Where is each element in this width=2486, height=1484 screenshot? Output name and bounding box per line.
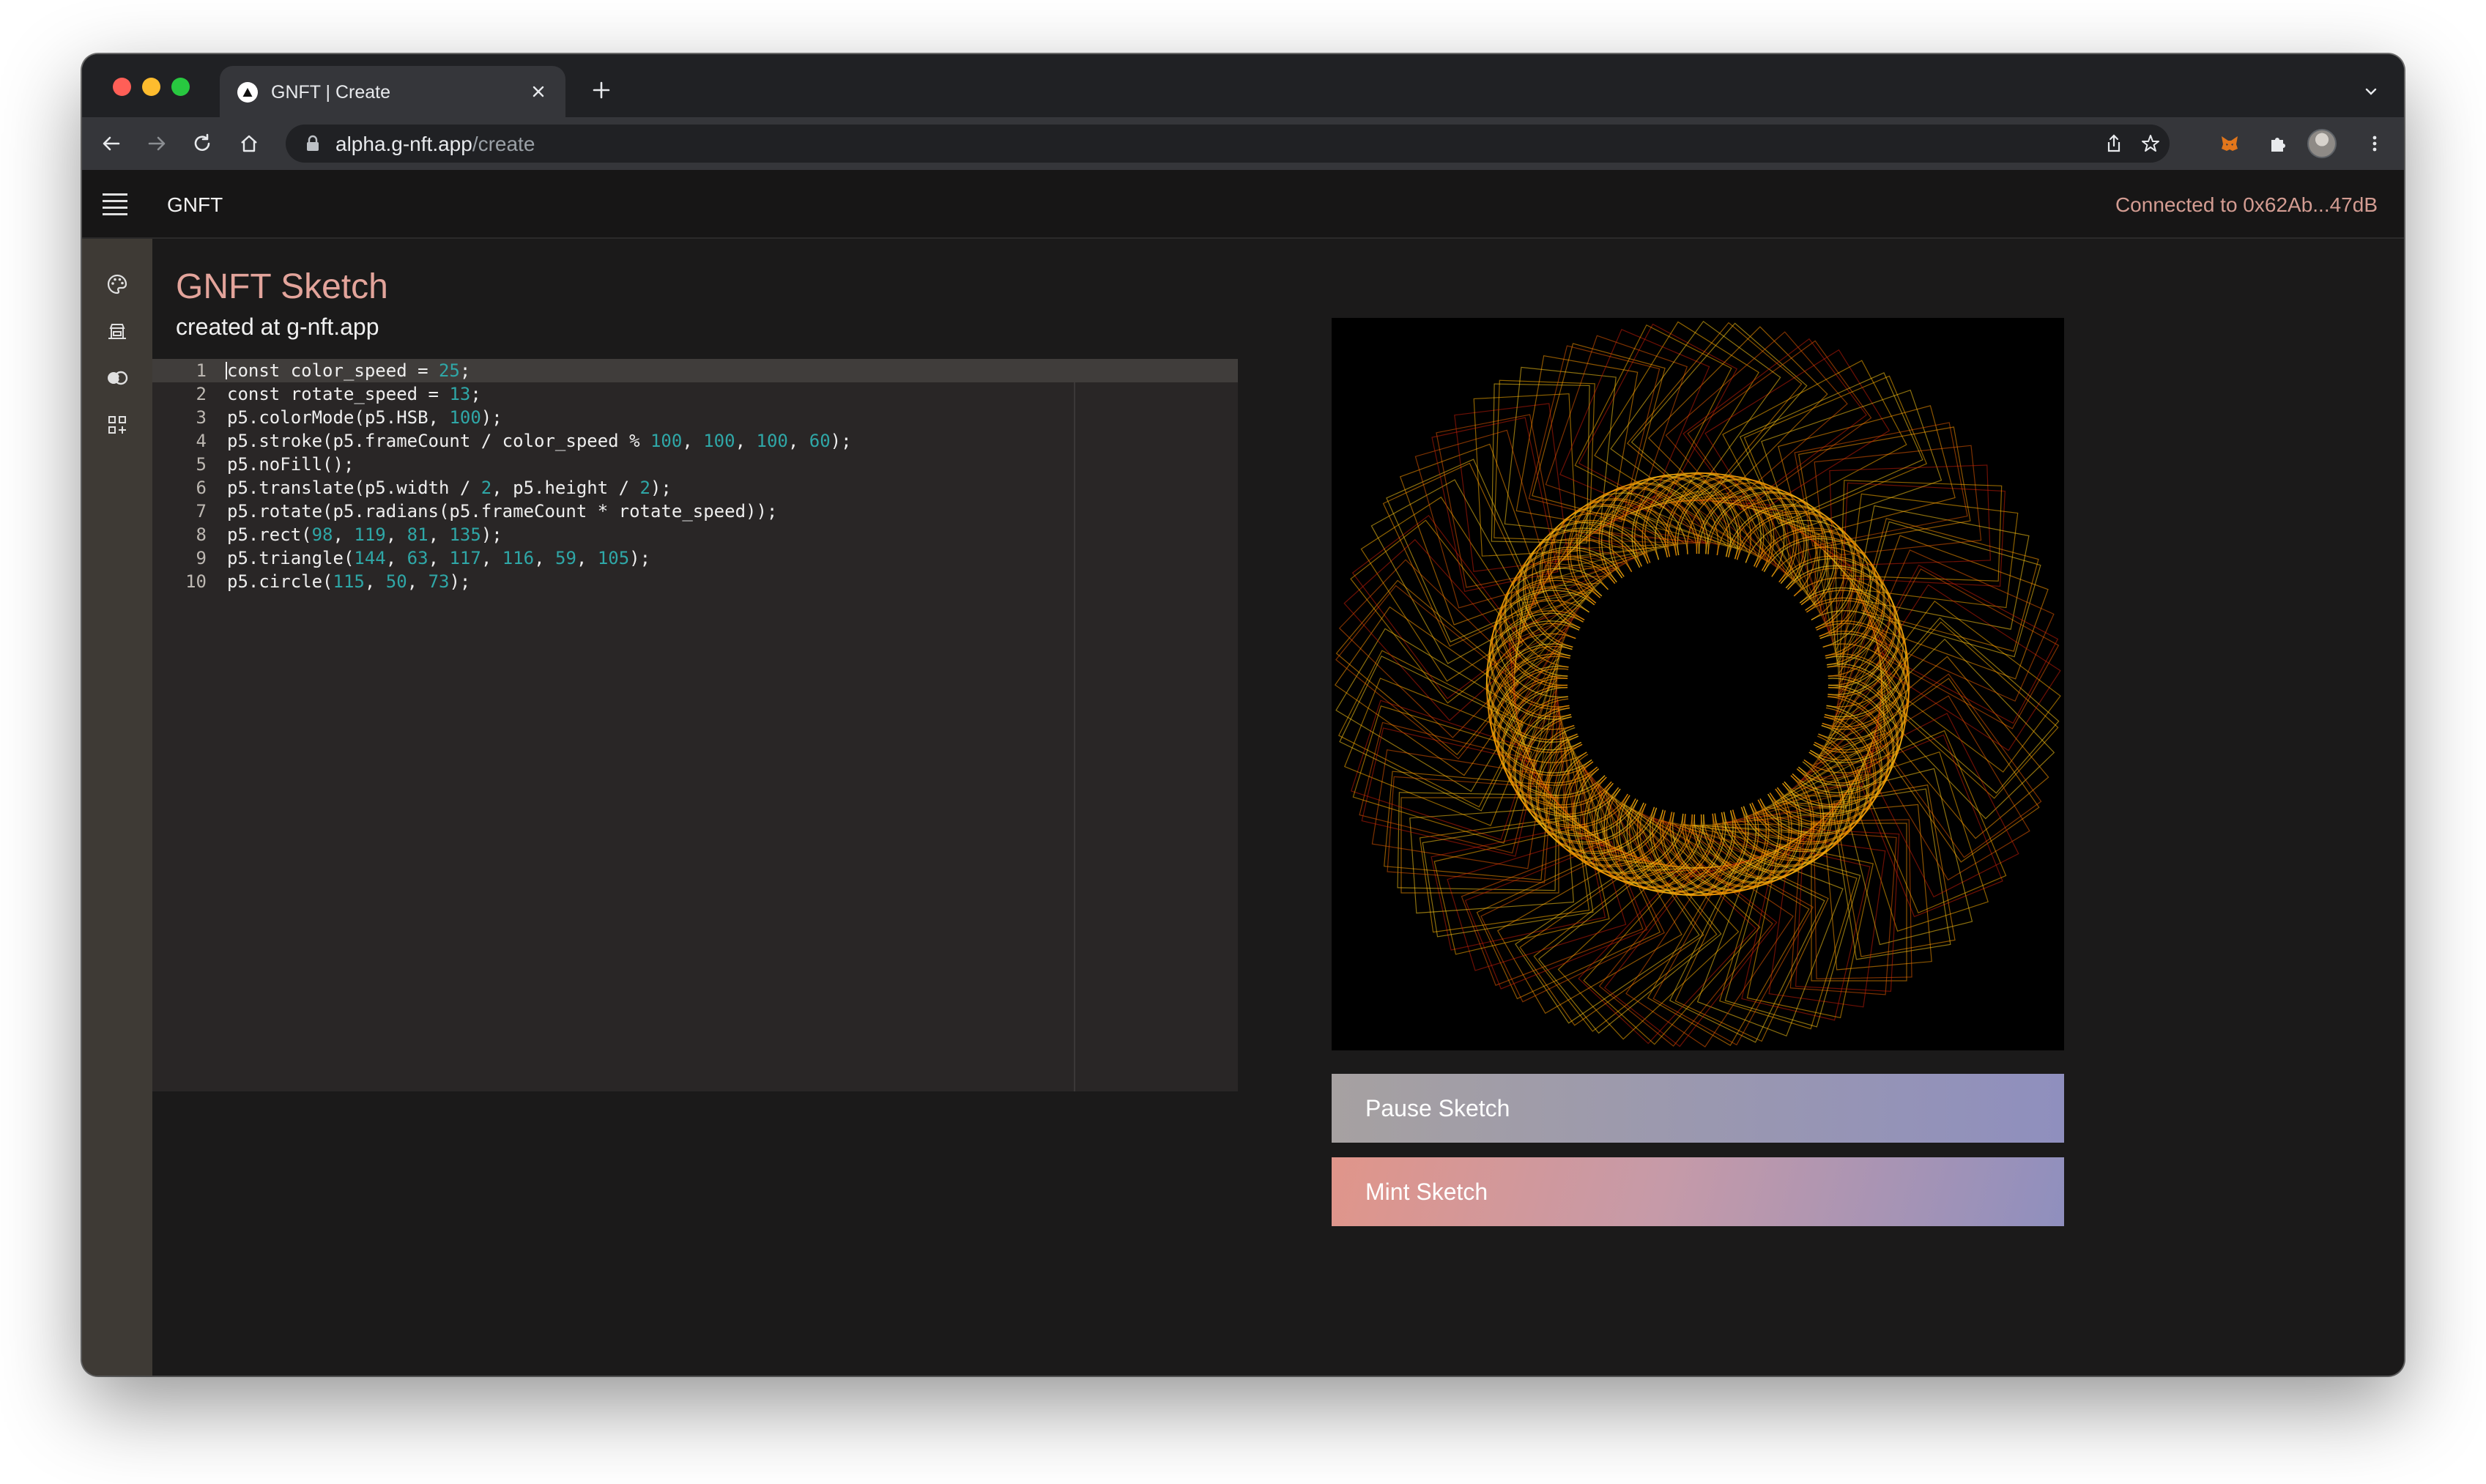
code-text[interactable]: p5.colorMode(p5.HSB, 100);	[227, 406, 502, 429]
line-number: 3	[196, 407, 207, 428]
code-line[interactable]: 7 p5.rotate(p5.radians(p5.frameCount * ro…	[152, 500, 1238, 523]
share-icon[interactable]	[2098, 127, 2130, 160]
code-editor[interactable]: 1 const color_speed = 25; 2 const rotate_sp…	[152, 359, 1238, 1091]
maximize-window-button[interactable]	[171, 78, 190, 96]
browser-window: GNFT | Create alpha.g-nft.app/create GNF…	[82, 54, 2404, 1376]
home-icon[interactable]	[233, 127, 265, 160]
code-text[interactable]: p5.rotate(p5.radians(p5.frameCount * rot…	[227, 500, 777, 523]
code-text[interactable]: p5.triangle(144, 63, 117, 116, 59, 105);	[227, 546, 650, 570]
wallet-connection-status[interactable]: Connected to 0x62Ab...47dB	[2115, 193, 2378, 217]
code-text[interactable]: const rotate_speed = 13;	[227, 382, 481, 406]
tab-title: GNFT | Create	[271, 82, 391, 103]
url-path: /create	[472, 133, 535, 155]
text-cursor	[226, 362, 227, 379]
profile-avatar[interactable]	[2307, 129, 2337, 158]
code-text[interactable]: p5.circle(115, 50, 73);	[227, 570, 470, 593]
line-number: 7	[196, 501, 207, 522]
code-line[interactable]: 1 const color_speed = 25;	[152, 359, 1238, 382]
line-number: 8	[196, 524, 207, 545]
triangle-logo-icon	[237, 82, 258, 103]
url-host: alpha.g-nft.app	[335, 133, 472, 155]
line-number: 5	[196, 454, 207, 475]
close-window-button[interactable]	[113, 78, 131, 96]
code-line[interactable]: 3 p5.colorMode(p5.HSB, 100);	[152, 406, 1238, 429]
sketch-subtitle: created at g-nft.app	[176, 314, 379, 340]
line-number: 2	[196, 384, 207, 404]
lock-icon	[307, 135, 319, 151]
address-bar[interactable]: alpha.g-nft.app/create	[286, 125, 2170, 163]
extensions-puzzle-icon[interactable]	[2262, 127, 2294, 160]
code-text[interactable]: p5.rect(98, 119, 81, 135);	[227, 523, 502, 546]
back-arrow-icon[interactable]	[95, 127, 127, 160]
pause-sketch-button[interactable]: Pause Sketch	[1332, 1074, 2064, 1143]
line-number: 1	[196, 360, 207, 381]
app-brand[interactable]: GNFT	[167, 193, 223, 217]
mint-sketch-button[interactable]: Mint Sketch	[1332, 1157, 2064, 1226]
metamask-fox-icon[interactable]	[2214, 127, 2246, 160]
hamburger-menu-icon[interactable]	[103, 193, 127, 215]
code-line[interactable]: 6 p5.translate(p5.width / 2, p5.height / …	[152, 476, 1238, 500]
sketch-title: GNFT Sketch	[176, 267, 388, 306]
store-icon[interactable]	[104, 318, 130, 344]
chevron-down-icon[interactable]	[2359, 79, 2383, 104]
code-line[interactable]: 10 p5.circle(115, 50, 73);	[152, 570, 1238, 593]
code-line[interactable]: 9 p5.triangle(144, 63, 117, 116, 59, 105)…	[152, 546, 1238, 570]
url-text: alpha.g-nft.app/create	[335, 133, 535, 155]
code-text[interactable]: p5.stroke(p5.frameCount / color_speed % …	[227, 429, 852, 453]
minimize-window-button[interactable]	[142, 78, 160, 96]
code-text[interactable]: p5.noFill();	[227, 453, 354, 476]
collection-icon[interactable]	[104, 365, 130, 391]
main-content: GNFT Sketch created at g-nft.app 1 const …	[152, 239, 2404, 1376]
generative-artwork	[1334, 320, 2061, 1047]
line-number: 6	[196, 478, 207, 498]
line-number: 10	[185, 571, 207, 592]
code-line[interactable]: 2 const rotate_speed = 13;	[152, 382, 1238, 406]
new-tab-icon[interactable]	[587, 76, 615, 104]
code-text[interactable]: const color_speed = 25;	[227, 359, 470, 382]
bookmark-star-icon[interactable]	[2134, 127, 2167, 160]
close-tab-icon[interactable]	[526, 79, 551, 104]
sketch-canvas	[1332, 318, 2064, 1050]
reload-icon[interactable]	[186, 127, 218, 160]
browser-menu-icon[interactable]	[2359, 127, 2391, 160]
line-number: 4	[196, 431, 207, 451]
browser-toolbar: alpha.g-nft.app/create	[82, 117, 2404, 170]
palette-icon[interactable]	[104, 271, 130, 297]
code-line[interactable]: 4 p5.stroke(p5.frameCount / color_speed %…	[152, 429, 1238, 453]
app-header: GNFT Connected to 0x62Ab...47dB	[82, 170, 2404, 239]
browser-tab[interactable]: GNFT | Create	[220, 66, 565, 117]
code-line[interactable]: 8 p5.rect(98, 119, 81, 135);	[152, 523, 1238, 546]
sidebar	[82, 239, 152, 1376]
forward-arrow-icon[interactable]	[141, 127, 173, 160]
code-text[interactable]: p5.translate(p5.width / 2, p5.height / 2…	[227, 476, 672, 500]
code-line[interactable]: 5 p5.noFill();	[152, 453, 1238, 476]
tab-strip: GNFT | Create	[82, 54, 2404, 117]
line-number: 9	[196, 548, 207, 568]
apps-icon[interactable]	[104, 412, 130, 438]
